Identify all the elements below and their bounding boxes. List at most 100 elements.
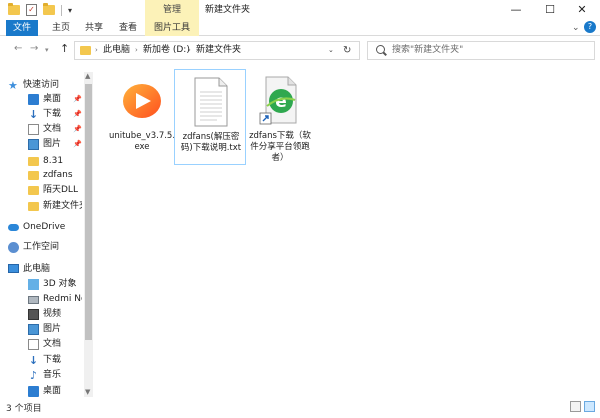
- tab-share[interactable]: 共享: [80, 20, 108, 36]
- sidebar-item[interactable]: Redmi Note: [0, 292, 82, 307]
- computer-icon: [8, 264, 19, 273]
- folder-icon[interactable]: [8, 3, 20, 15]
- address-bar[interactable]: › 此电脑 › 新加卷 (D:) › 新建文件夹 ⌄ ↻: [74, 41, 360, 60]
- address-history-icon[interactable]: ⌄: [328, 42, 334, 59]
- breadcrumb-this-pc[interactable]: 此电脑: [103, 42, 130, 59]
- pin-icon[interactable]: 📌: [73, 122, 82, 137]
- tab-view[interactable]: 查看: [114, 20, 142, 36]
- sidebar-item[interactable]: 工作空间: [0, 240, 82, 255]
- chevron-right-icon[interactable]: ›: [135, 42, 138, 59]
- sidebar-item[interactable]: 视频: [0, 307, 82, 322]
- customize-toolbar-icon[interactable]: ▾: [68, 6, 72, 15]
- sidebar-item-label: 8.31: [43, 156, 64, 166]
- search-icon: [376, 45, 385, 54]
- context-group-manage: 管理: [145, 0, 199, 20]
- sidebar-item-label: zdfans: [43, 170, 73, 180]
- 3d-objects-icon: [28, 279, 39, 290]
- sidebar-item-label: OneDrive: [23, 222, 66, 232]
- video-icon: [28, 309, 39, 320]
- details-view-icon[interactable]: [570, 401, 581, 412]
- recent-locations-icon[interactable]: ▾: [45, 46, 49, 54]
- tab-file[interactable]: 文件: [6, 20, 38, 36]
- file-item-unitube[interactable]: unitube_v3.7.5.exe: [106, 69, 178, 165]
- folder-icon: [28, 202, 39, 211]
- sidebar-item-label: 视频: [43, 309, 62, 319]
- folder-icon: [28, 157, 39, 166]
- sidebar-item-label: 快速访问: [23, 80, 60, 90]
- sidebar-item[interactable]: 8.31: [0, 154, 82, 169]
- sidebar-item[interactable]: 陌天DLL: [0, 183, 82, 198]
- workspace-icon: [8, 242, 19, 253]
- document-icon: [28, 124, 39, 135]
- back-arrow-icon[interactable]: ←: [14, 43, 22, 54]
- sidebar-item[interactable]: ↓ 下载: [0, 353, 82, 368]
- search-placeholder: 搜索"新建文件夹": [392, 45, 464, 55]
- sidebar-item[interactable]: 图片 📌: [0, 137, 82, 152]
- navigation-scrollbar[interactable]: ▲ ▼: [84, 72, 93, 397]
- toolbar-divider: [61, 4, 62, 16]
- document-icon: [28, 339, 39, 350]
- sidebar-item[interactable]: ★ 快速访问: [0, 78, 82, 93]
- forward-arrow-icon[interactable]: →: [30, 43, 38, 54]
- sidebar-item[interactable]: 文档: [0, 337, 82, 352]
- picture-icon: [28, 139, 39, 150]
- refresh-icon[interactable]: ↻: [343, 42, 351, 59]
- sidebar-item[interactable]: OneDrive: [0, 220, 82, 235]
- breadcrumb-drive-d[interactable]: 新加卷 (D:): [143, 42, 190, 59]
- scroll-down-icon[interactable]: ▼: [85, 388, 90, 396]
- properties-icon[interactable]: ✓: [26, 4, 37, 16]
- sidebar-item[interactable]: ♪ 音乐: [0, 368, 82, 383]
- pin-icon[interactable]: 📌: [73, 137, 82, 152]
- cloud-icon: [8, 224, 19, 231]
- sidebar-item-label: Redmi Note: [43, 294, 82, 304]
- sidebar-item[interactable]: 桌面: [0, 384, 82, 397]
- large-icons-view-icon[interactable]: [584, 401, 595, 412]
- status-bar: 3 个项目: [0, 398, 600, 418]
- sidebar-item[interactable]: 文档 📌: [0, 122, 82, 137]
- text-file-icon: [189, 76, 233, 128]
- scrollbar-thumb[interactable]: [85, 84, 92, 340]
- pin-icon[interactable]: 📌: [73, 92, 82, 107]
- file-name: zdfans(解压密码)下载说明.txt: [180, 132, 242, 153]
- file-name: zdfans下载（软件分享平台领跑者）: [249, 131, 311, 163]
- picture-icon: [28, 324, 39, 335]
- sidebar-item[interactable]: 3D 对象: [0, 277, 82, 292]
- sidebar-item-label: 下载: [43, 355, 62, 365]
- window-title: 新建文件夹: [205, 5, 251, 15]
- new-folder-icon[interactable]: [43, 3, 55, 15]
- breadcrumb-new-folder[interactable]: 新建文件夹: [196, 42, 241, 59]
- scroll-up-icon[interactable]: ▲: [85, 72, 90, 80]
- file-item-txt[interactable]: zdfans(解压密码)下载说明.txt: [174, 69, 246, 165]
- file-name: unitube_v3.7.5.exe: [108, 131, 176, 152]
- item-count: 3 个项目: [6, 404, 42, 414]
- title-bar: ✓ ▾ 管理 新建文件夹 — ☐ ✕: [0, 0, 600, 20]
- internet-shortcut-icon: e: [258, 75, 302, 127]
- desktop-icon: [28, 94, 39, 105]
- sidebar-item[interactable]: ↓ 下载 📌: [0, 107, 82, 122]
- sidebar-item-label: 3D 对象: [43, 279, 77, 289]
- svg-text:e: e: [275, 92, 287, 112]
- expand-ribbon-icon[interactable]: ⌄: [572, 21, 580, 35]
- folder-icon: [28, 171, 39, 180]
- chevron-right-icon[interactable]: ›: [188, 42, 191, 59]
- sidebar-item-label: 文档: [43, 339, 62, 349]
- sidebar-item[interactable]: 桌面 📌: [0, 92, 82, 107]
- sidebar-item-label: 此电脑: [23, 264, 51, 274]
- sidebar-item[interactable]: zdfans: [0, 168, 82, 183]
- tab-picture-tools[interactable]: 图片工具: [145, 20, 199, 36]
- close-button[interactable]: ✕: [562, 0, 600, 20]
- sidebar-item[interactable]: 图片: [0, 322, 82, 337]
- search-input[interactable]: 搜索"新建文件夹": [367, 41, 595, 60]
- sidebar-item-label: 陌天DLL: [43, 185, 78, 195]
- sidebar-item[interactable]: 新建文件夹: [0, 199, 82, 214]
- file-item-shortcut[interactable]: e zdfans下载（软件分享平台领跑者）: [244, 69, 316, 165]
- chevron-right-icon[interactable]: ›: [95, 42, 98, 59]
- sidebar-item-label: 下载: [43, 109, 62, 119]
- navigation-pane: ★ 快速访问桌面 📌 ↓ 下载 📌 文档 📌 图片 📌 8.31 zdfans 陌天DLL 新建文件夹 On…: [0, 72, 94, 397]
- music-icon: ♪: [29, 369, 38, 382]
- pin-icon[interactable]: 📌: [73, 107, 82, 122]
- up-arrow-icon[interactable]: ↑: [60, 42, 69, 55]
- sidebar-item[interactable]: 此电脑: [0, 262, 82, 277]
- tab-home[interactable]: 主页: [46, 20, 76, 36]
- help-icon[interactable]: ?: [584, 21, 596, 33]
